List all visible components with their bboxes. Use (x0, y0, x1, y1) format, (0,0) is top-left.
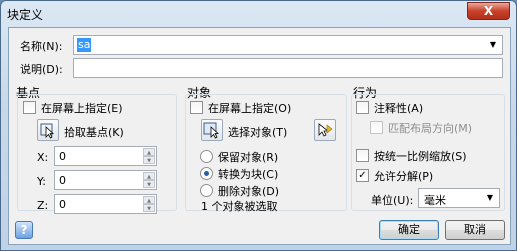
selection-status: 1 个对象被选取 (201, 200, 278, 213)
spin-up-icon[interactable]: ▲ (143, 148, 155, 156)
spin-up-icon[interactable]: ▲ (143, 196, 155, 204)
dialog-body: 名称(N): sa ▼ 说明(D): 基点 在屏幕上指定(E) 拾取基点(K) … (8, 27, 511, 245)
description-field[interactable] (73, 58, 503, 78)
close-button[interactable]: X (467, 2, 510, 20)
unit-label: 单位(U): (371, 194, 414, 207)
chevron-down-icon[interactable]: ▼ (486, 37, 500, 53)
allow-exploding-label: 允许分解(P) (374, 170, 434, 183)
match-orientation-label: 匹配布局方向(M) (388, 122, 473, 135)
annotative-label: 注释性(A) (374, 102, 424, 115)
spin-up-icon[interactable]: ▲ (143, 172, 155, 180)
name-combobox[interactable]: sa ▼ (73, 35, 503, 55)
convert-to-block-radio[interactable] (200, 167, 213, 180)
x-label: X: (37, 151, 49, 164)
select-objects-button[interactable] (201, 119, 223, 141)
select-objects-icon (203, 122, 220, 139)
quick-select-icon (318, 123, 333, 137)
spin-down-icon[interactable]: ▼ (143, 204, 155, 212)
z-label: Z: (37, 199, 49, 212)
select-objects-label[interactable]: 选择对象(T) (228, 124, 287, 140)
z-coordinate-spinner[interactable]: 0 ▲ ▼ (54, 194, 157, 214)
delete-label: 删除对象(D) (218, 185, 280, 198)
x-value[interactable]: 0 (59, 150, 66, 163)
convert-to-block-label: 转换为块(C) (218, 168, 279, 181)
help-button[interactable]: ? (15, 221, 33, 239)
allow-exploding-checkbox[interactable]: ✓ (356, 169, 369, 182)
retain-radio[interactable] (200, 150, 213, 163)
y-value[interactable]: 0 (59, 174, 66, 187)
pick-point-label[interactable]: 拾取基点(K) (64, 124, 124, 140)
cancel-button[interactable]: 取消 (445, 220, 505, 240)
scale-uniformly-label: 按统一比例缩放(S) (374, 150, 467, 163)
match-orientation-checkbox (370, 121, 383, 134)
name-label: 名称(N): (20, 40, 63, 53)
objects-onscreen-checkbox[interactable] (190, 101, 203, 114)
chevron-down-icon[interactable]: ▼ (483, 190, 497, 206)
unit-value[interactable]: 毫米 (424, 192, 446, 208)
pick-point-icon (40, 123, 55, 139)
basepoint-onscreen-checkbox[interactable] (23, 101, 36, 114)
window-title: 块定义 (7, 8, 44, 22)
z-value[interactable]: 0 (59, 198, 66, 211)
scale-uniformly-checkbox[interactable] (356, 149, 369, 162)
retain-label: 保留对象(R) (218, 151, 279, 164)
ok-button[interactable]: 确定 (379, 220, 439, 240)
spin-down-icon[interactable]: ▼ (143, 180, 155, 188)
spin-down-icon[interactable]: ▼ (143, 156, 155, 164)
unit-combobox[interactable]: 毫米 ▼ (418, 188, 500, 208)
x-coordinate-spinner[interactable]: 0 ▲ ▼ (54, 146, 157, 166)
name-value[interactable]: sa (77, 38, 92, 52)
title-bar[interactable]: 块定义 X (1, 1, 516, 27)
block-definition-dialog: 块定义 X 名称(N): sa ▼ 说明(D): 基点 在屏幕上指定(E) 拾取… (0, 0, 517, 251)
y-label: Y: (37, 175, 46, 188)
objects-onscreen-label: 在屏幕上指定(O) (208, 102, 292, 115)
pick-point-button[interactable] (37, 119, 59, 141)
basepoint-onscreen-label: 在屏幕上指定(E) (41, 102, 123, 115)
y-coordinate-spinner[interactable]: 0 ▲ ▼ (54, 170, 157, 190)
quick-select-button[interactable] (314, 119, 336, 141)
delete-radio[interactable] (200, 184, 213, 197)
annotative-checkbox[interactable] (356, 101, 369, 114)
description-label: 说明(D): (20, 63, 63, 76)
